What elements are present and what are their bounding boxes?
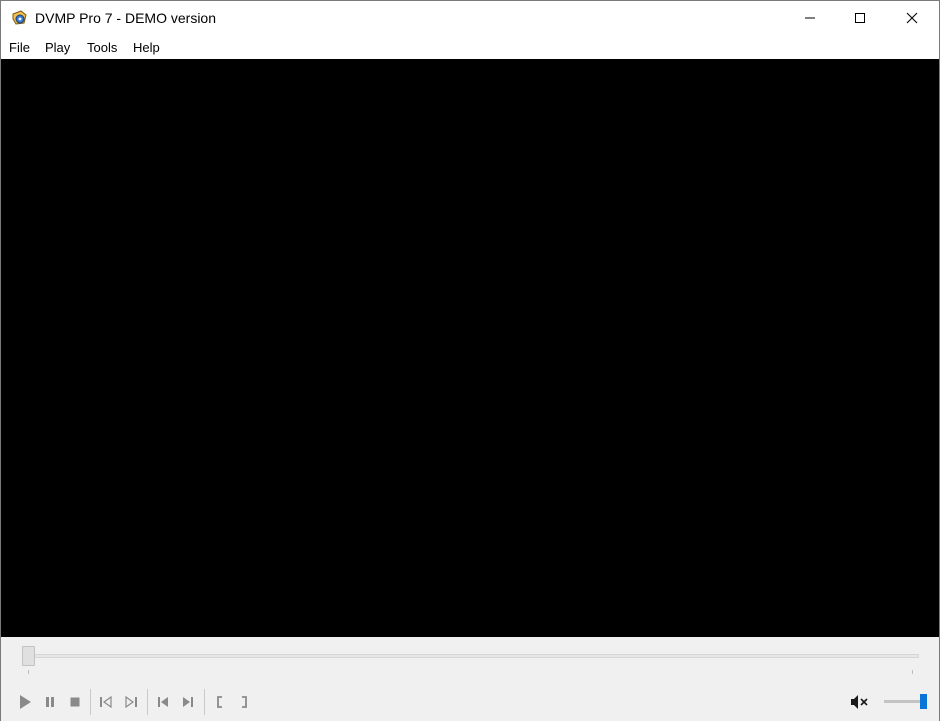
toolbar-separator — [147, 689, 148, 715]
next-icon — [183, 697, 193, 707]
seek-tick-start — [28, 670, 29, 674]
volume-slider-track[interactable] — [884, 700, 924, 703]
maximize-icon — [855, 13, 865, 23]
stop-icon — [70, 697, 80, 707]
play-icon — [20, 695, 31, 709]
play-button[interactable] — [15, 692, 35, 712]
seek-tick-end — [912, 670, 913, 674]
seek-bar-thumb[interactable] — [22, 646, 35, 666]
mark-in-button[interactable] — [210, 692, 230, 712]
pause-icon — [46, 697, 54, 707]
seek-bar-track[interactable] — [29, 654, 919, 658]
previous-button[interactable] — [153, 692, 173, 712]
mark-out-icon — [242, 696, 247, 708]
title-bar[interactable]: DVMP Pro 7 - DEMO version — [1, 1, 939, 35]
toolbar-separator — [204, 689, 205, 715]
mark-in-icon — [217, 696, 222, 708]
pause-button[interactable] — [40, 692, 60, 712]
mark-out-button[interactable] — [234, 692, 254, 712]
frame-back-icon — [100, 696, 112, 708]
menu-bar: File Play Tools Help — [1, 35, 939, 59]
mute-button[interactable] — [849, 692, 869, 712]
minimize-icon — [805, 17, 815, 19]
app-window: DVMP Pro 7 - DEMO version File Play Tool… — [0, 0, 940, 721]
window-title: DVMP Pro 7 - DEMO version — [35, 10, 217, 26]
video-display[interactable] — [1, 59, 939, 637]
menu-play[interactable]: Play — [45, 40, 70, 55]
toolbar-separator — [90, 689, 91, 715]
next-button[interactable] — [178, 692, 198, 712]
close-button[interactable] — [889, 1, 935, 35]
volume-slider-thumb[interactable] — [920, 694, 927, 709]
minimize-button[interactable] — [787, 1, 833, 35]
playback-controls — [1, 637, 939, 721]
menu-tools[interactable]: Tools — [87, 40, 117, 55]
previous-icon — [158, 697, 168, 707]
menu-file[interactable]: File — [9, 40, 30, 55]
frame-back-button[interactable] — [96, 692, 116, 712]
close-icon — [906, 12, 918, 24]
frame-forward-icon — [125, 696, 137, 708]
maximize-button[interactable] — [837, 1, 883, 35]
menu-help[interactable]: Help — [133, 40, 160, 55]
frame-forward-button[interactable] — [121, 692, 141, 712]
mute-icon — [851, 695, 868, 709]
stop-button[interactable] — [65, 692, 85, 712]
dvmp-app-icon[interactable] — [11, 9, 29, 27]
